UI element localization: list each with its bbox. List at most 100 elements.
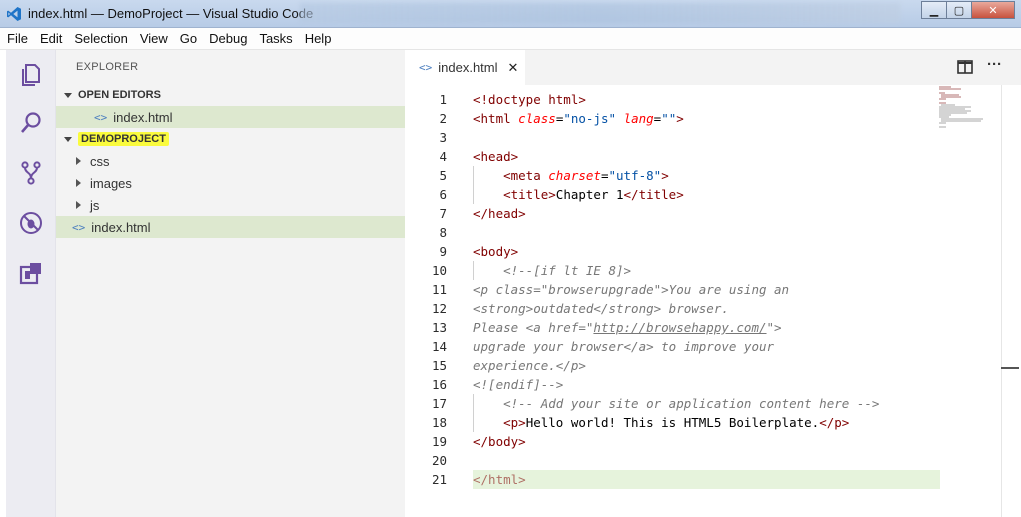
line-content: Please <a href="http://browsehappy.com/"… [473, 320, 782, 335]
vertical-scrollbar[interactable] [1001, 85, 1019, 517]
menu-debug[interactable]: Debug [209, 31, 247, 46]
code-line[interactable]: 21 </html> [405, 470, 940, 489]
line-content: <title>Chapter 1</title> [503, 187, 684, 202]
menu-bar: File Edit Selection View Go Debug Tasks … [0, 28, 1021, 50]
project-header[interactable]: DEMOPROJECT [56, 128, 405, 150]
menu-tasks[interactable]: Tasks [259, 31, 292, 46]
line-content: <!doctype html> [473, 92, 586, 107]
code-editor[interactable]: 1 <!doctype html> 2 <html class="no-js" lan… [405, 85, 1021, 517]
tree-folder-js[interactable]: js [56, 194, 405, 216]
line-content: <!-- Add your site or application conten… [503, 396, 880, 411]
html-file-icon: <> [419, 61, 433, 74]
line-content: </head> [473, 206, 526, 221]
code-line[interactable]: 1 <!doctype html> [405, 90, 940, 109]
debug-icon[interactable] [18, 210, 44, 236]
open-editors-header[interactable]: OPEN EDITORS [56, 84, 405, 106]
code-line[interactable]: 6 <title>Chapter 1</title> [405, 185, 940, 204]
code-line[interactable]: 3 [405, 128, 940, 147]
editor-area: <> index.html ✕ ··· 1 <!doctype html> 2 <ht… [405, 50, 1021, 517]
code-line[interactable]: 20 [405, 451, 940, 470]
line-content: <meta charset="utf-8"> [503, 168, 669, 183]
menu-edit[interactable]: Edit [40, 31, 62, 46]
line-number: 6 [439, 187, 447, 202]
code-line[interactable]: 13 Please <a href="http://browsehappy.com… [405, 318, 940, 337]
code-line[interactable]: 14 upgrade your browser</a> to improve yo… [405, 337, 940, 356]
line-content: <p class="browserupgrade">You are using … [473, 282, 790, 297]
menu-file[interactable]: File [7, 31, 28, 46]
code-line[interactable]: 8 [405, 223, 940, 242]
tree-folder-css[interactable]: css [56, 150, 405, 172]
window-title: index.html — DemoProject — Visual Studio… [28, 6, 314, 21]
chevron-right-icon [76, 179, 81, 187]
line-content: <head> [473, 149, 519, 164]
code-line[interactable]: 4 <head> [405, 147, 940, 166]
code-line[interactable]: 7 </head> [405, 204, 940, 223]
close-button[interactable]: ✕ [971, 1, 1015, 19]
line-number: 13 [431, 320, 447, 335]
minimize-button[interactable]: ▁ [921, 1, 947, 19]
chevron-right-icon [76, 201, 81, 209]
code-line[interactable]: 15 experience.</p> [405, 356, 940, 375]
menu-selection[interactable]: Selection [74, 31, 127, 46]
line-content: <body> [473, 244, 519, 259]
line-number: 21 [431, 472, 447, 487]
line-number: 4 [439, 149, 447, 164]
tab-index-html[interactable]: <> index.html ✕ [405, 50, 525, 85]
chevron-down-icon [64, 136, 72, 142]
line-number: 3 [439, 130, 447, 145]
html-file-icon: <> [94, 110, 108, 124]
minimap[interactable] [937, 85, 997, 130]
tree-file-index[interactable]: <> index.html [56, 216, 405, 238]
code-line[interactable]: 2 <html class="no-js" lang=""> [405, 109, 940, 128]
code-line[interactable]: 9 <body> [405, 242, 940, 261]
line-content: <!--[if lt IE 8]> [503, 263, 632, 278]
code-line[interactable]: 12 <strong>outdated</strong> browser. [405, 299, 940, 318]
tree-folder-images[interactable]: images [56, 172, 405, 194]
maximize-button[interactable]: ▢ [946, 1, 972, 19]
line-number: 12 [431, 301, 447, 316]
line-number: 9 [439, 244, 447, 259]
more-actions-icon[interactable]: ··· [987, 56, 1005, 73]
chevron-down-icon [64, 92, 72, 98]
open-editor-item[interactable]: <> index.html [56, 106, 405, 128]
line-number: 19 [431, 434, 447, 449]
search-icon[interactable] [18, 110, 44, 136]
chevron-right-icon [76, 157, 81, 165]
extensions-icon[interactable] [18, 260, 44, 286]
explorer-title: EXPLORER [76, 61, 139, 73]
explorer-sidebar: EXPLORER OPEN EDITORS <> index.html DEMO… [56, 50, 405, 517]
menu-help[interactable]: Help [305, 31, 332, 46]
line-content: upgrade your browser</a> to improve your [473, 339, 775, 354]
line-content: <html class="no-js" lang=""> [473, 111, 684, 126]
line-content: </html> [473, 472, 526, 487]
line-number: 16 [431, 377, 447, 392]
code-line[interactable]: 19 </body> [405, 432, 940, 451]
line-number: 17 [431, 396, 447, 411]
line-number: 8 [439, 225, 447, 240]
menu-view[interactable]: View [140, 31, 168, 46]
window-controls: ▁ ▢ ✕ [921, 1, 1015, 19]
line-content: <strong>outdated</strong> browser. [473, 301, 729, 316]
line-number: 15 [431, 358, 447, 373]
tab-bar: <> index.html ✕ ··· [405, 50, 1021, 85]
split-editor-icon[interactable] [956, 59, 974, 75]
files-icon[interactable] [18, 62, 44, 88]
code-line[interactable]: 5 <meta charset="utf-8"> [405, 166, 940, 185]
title-bar: index.html — DemoProject — Visual Studio… [0, 0, 1021, 28]
code-line[interactable]: 16 <![endif]--> [405, 375, 940, 394]
open-editor-label: index.html [113, 109, 173, 125]
blurred-taskbar-area [300, 3, 900, 23]
line-number: 18 [431, 415, 447, 430]
line-content: <![endif]--> [473, 377, 564, 392]
code-line[interactable]: 18 <p>Hello world! This is HTML5 Boilerp… [405, 413, 940, 432]
html-file-icon: <> [72, 220, 86, 234]
code-line[interactable]: 10 <!--[if lt IE 8]> [405, 261, 940, 280]
menu-go[interactable]: Go [180, 31, 197, 46]
activity-bar [6, 50, 56, 517]
code-line[interactable]: 11 <p class="browserupgrade">You are usin… [405, 280, 940, 299]
line-number: 11 [431, 282, 447, 297]
scroll-position-marker [1001, 367, 1019, 369]
close-tab-icon[interactable]: ✕ [508, 60, 519, 76]
code-line[interactable]: 17 <!-- Add your site or application con… [405, 394, 940, 413]
source-control-icon[interactable] [18, 160, 44, 186]
